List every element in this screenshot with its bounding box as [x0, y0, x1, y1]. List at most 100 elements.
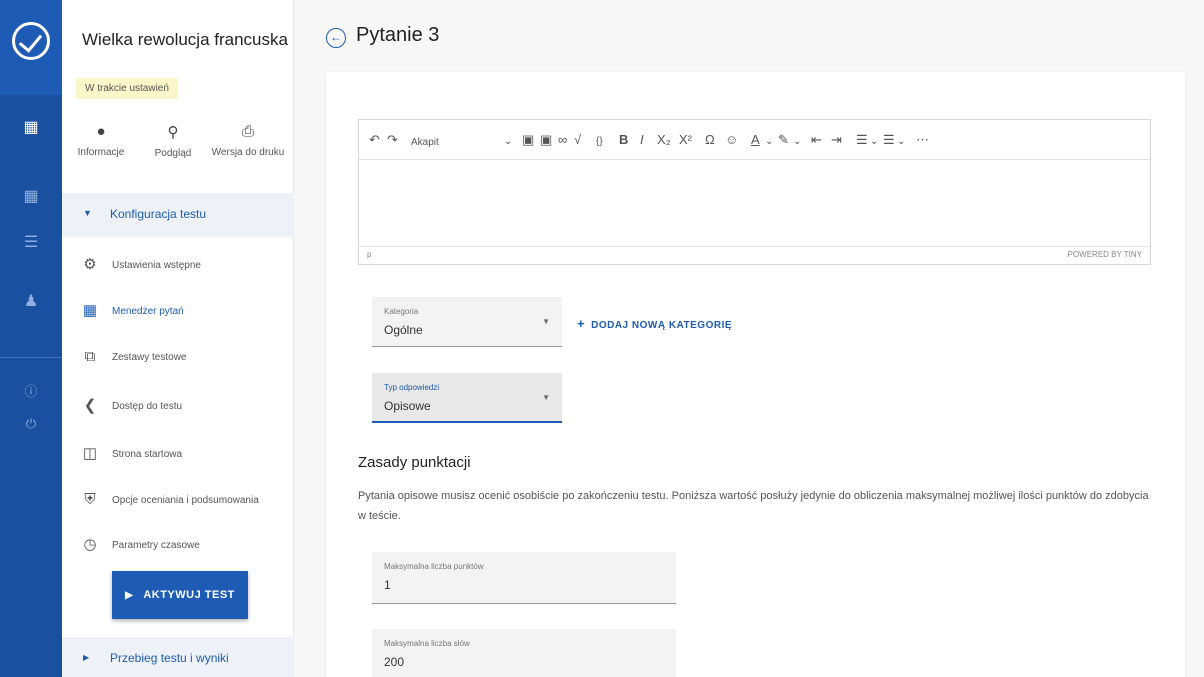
chevron-down-icon[interactable]: ⌄	[504, 133, 512, 151]
sidebar: Wielka rewolucja francuska W trakcie ust…	[62, 0, 294, 677]
paragraph-select[interactable]: Akapit	[411, 134, 439, 152]
answer-type-select[interactable]: Typ odpowiedzi Opisowe ▼	[372, 373, 562, 423]
powered-by-label: POWERED BY TINY	[1067, 250, 1142, 259]
more-icon[interactable]: ⋯	[916, 131, 929, 149]
list-icon[interactable]: ☰	[21, 233, 41, 253]
chevron-down-icon[interactable]: ⌄	[870, 133, 878, 151]
section-config-header[interactable]: ▼ Konfiguracja testu	[62, 193, 294, 237]
add-category-button[interactable]: + DODAJ NOWĄ KATEGORIĘ	[577, 316, 732, 331]
image-icon[interactable]: ▣	[522, 131, 534, 149]
sidebar-item-start-page[interactable]: ◫ Strona startowa	[62, 440, 294, 472]
outdent-icon[interactable]: ⇤	[811, 131, 822, 149]
editor-status-bar: p POWERED BY TINY	[359, 246, 1150, 264]
preview-action[interactable]: ⚲ Podgląd	[148, 123, 198, 159]
max-words-field[interactable]: Maksymalna liczba słów 200	[372, 629, 676, 677]
sidebar-item-label: Ustawienia wstępne	[112, 260, 201, 271]
chevron-down-icon: ▼	[83, 208, 92, 218]
test-title: Wielka rewolucja francuska	[82, 30, 288, 49]
element-path: p	[367, 250, 372, 259]
category-label: Kategoria	[384, 307, 419, 316]
activate-test-button[interactable]: ▶ AKTYWUJ TEST	[112, 571, 248, 619]
power-icon[interactable]: ⏻	[21, 414, 41, 434]
text-color-icon[interactable]: A	[751, 131, 760, 149]
print-icon: ⎙	[241, 123, 254, 140]
subscript-icon[interactable]: X₂	[657, 131, 671, 149]
sidebar-item-label: Strona startowa	[112, 449, 183, 460]
plus-icon: +	[577, 316, 586, 331]
max-points-value: 1	[384, 578, 391, 592]
logo-icon[interactable]	[12, 22, 50, 60]
numbered-list-icon[interactable]: ☰	[883, 131, 895, 149]
emoji-icon[interactable]: ☺	[725, 131, 738, 149]
italic-icon[interactable]: I	[640, 131, 644, 149]
scoring-title: Zasady punktacji	[358, 454, 471, 471]
section-config-label: Konfiguracja testu	[110, 207, 207, 221]
activate-test-label: AKTYWUJ TEST	[143, 589, 235, 601]
main-content: ← Pytanie 3 ↶ ↷ Akapit ⌄ ▣ ▣ ∞ √ {} B I …	[295, 0, 1204, 677]
sidebar-item-question-manager[interactable]: ▦ Menedżer pytań	[62, 297, 294, 329]
sidebar-item-grading[interactable]: ⛨ Opcje oceniania i podsumowania	[62, 486, 294, 518]
redo-icon[interactable]: ↷	[387, 131, 398, 149]
gear-icon: ⚙	[83, 256, 97, 273]
link-icon[interactable]: ∞	[558, 131, 567, 149]
info-action[interactable]: ● Informacje	[76, 123, 126, 158]
shield-check-icon: ⛨	[84, 491, 96, 508]
sidebar-actions: ● Informacje ⚲ Podgląd ⎙ Wersja do druku	[62, 123, 294, 183]
max-points-field[interactable]: Maksymalna liczba punktów 1	[372, 552, 676, 604]
question-bank-icon[interactable]: ▦	[21, 118, 41, 138]
print-action-label: Wersja do druku	[211, 147, 285, 158]
dropdown-arrow-icon: ▼	[542, 317, 550, 326]
media-icon[interactable]: ▣	[540, 131, 552, 149]
help-icon[interactable]: ⓘ	[21, 382, 41, 402]
chevron-right-icon: ▶	[83, 653, 90, 662]
bold-icon[interactable]: B	[619, 131, 628, 149]
category-value: Ogólne	[384, 323, 423, 337]
superscript-icon[interactable]: X²	[679, 131, 692, 149]
max-words-value: 200	[384, 655, 405, 669]
add-category-label: DODAJ NOWĄ KATEGORIĘ	[591, 320, 733, 331]
sidebar-item-access[interactable]: ❮ Dostęp do testu	[62, 392, 294, 424]
special-char-icon[interactable]: Ω	[705, 131, 715, 149]
sidebar-item-time[interactable]: ◷ Parametry czasowe	[62, 531, 294, 563]
code-icon[interactable]: {}	[596, 133, 603, 151]
sidebar-item-label: Parametry czasowe	[112, 540, 200, 551]
sidebar-item-initial-settings[interactable]: ⚙ Ustawienia wstępne	[62, 251, 294, 283]
sidebar-item-label: Menedżer pytań	[112, 306, 184, 317]
info-action-label: Informacje	[77, 147, 125, 158]
test-sets-icon: ⧉	[84, 348, 96, 365]
highlight-icon[interactable]: ✎	[778, 131, 789, 149]
status-badge: W trakcie ustawień	[76, 78, 178, 99]
max-points-label: Maksymalna liczba punktów	[384, 562, 484, 571]
sidebar-item-label: Dostęp do testu	[112, 401, 183, 412]
sidebar-item-test-sets[interactable]: ⧉ Zestawy testowe	[62, 343, 294, 375]
search-icon: ⚲	[167, 124, 179, 141]
question-card: ↶ ↷ Akapit ⌄ ▣ ▣ ∞ √ {} B I X₂ X² Ω ☺ A …	[326, 72, 1185, 677]
question-manager-icon: ▦	[82, 302, 98, 319]
section-results-header[interactable]: ▶ Przebieg testu i wyniki	[62, 637, 294, 677]
scoring-description: Pytania opisowe musisz ocenić osobiście …	[358, 490, 1149, 522]
category-select[interactable]: Kategoria Ogólne ▼	[372, 297, 562, 347]
answer-type-label: Typ odpowiedzi	[384, 383, 440, 392]
chevron-down-icon[interactable]: ⌄	[793, 133, 801, 151]
max-words-label: Maksymalna liczba słów	[384, 639, 470, 648]
person-icon[interactable]: ♟	[21, 292, 41, 312]
app-rail: ▦ ▦ ☰ ♟ ⓘ ⏻	[0, 0, 62, 677]
clock-icon: ◷	[83, 536, 97, 553]
undo-icon[interactable]: ↶	[369, 131, 380, 149]
rich-text-editor[interactable]: ↶ ↷ Akapit ⌄ ▣ ▣ ∞ √ {} B I X₂ X² Ω ☺ A …	[358, 119, 1151, 265]
play-icon: ▶	[125, 590, 134, 601]
users-icon[interactable]: ▦	[21, 187, 41, 207]
chevron-down-icon[interactable]: ⌄	[765, 133, 773, 151]
indent-icon[interactable]: ⇥	[831, 131, 842, 149]
math-icon[interactable]: √	[574, 131, 581, 149]
chevron-down-icon[interactable]: ⌄	[897, 133, 905, 151]
sidebar-item-label: Opcje oceniania i podsumowania	[112, 495, 259, 506]
info-icon: ●	[96, 123, 106, 140]
back-icon[interactable]: ←	[326, 28, 346, 48]
print-action[interactable]: ⎙ Wersja do druku	[205, 123, 291, 158]
editor-toolbar: ↶ ↷ Akapit ⌄ ▣ ▣ ∞ √ {} B I X₂ X² Ω ☺ A …	[359, 120, 1150, 160]
bullet-list-icon[interactable]: ☰	[856, 131, 868, 149]
sidebar-item-label: Zestawy testowe	[112, 352, 187, 363]
rail-divider	[0, 357, 62, 358]
dropdown-arrow-icon: ▼	[542, 393, 550, 402]
